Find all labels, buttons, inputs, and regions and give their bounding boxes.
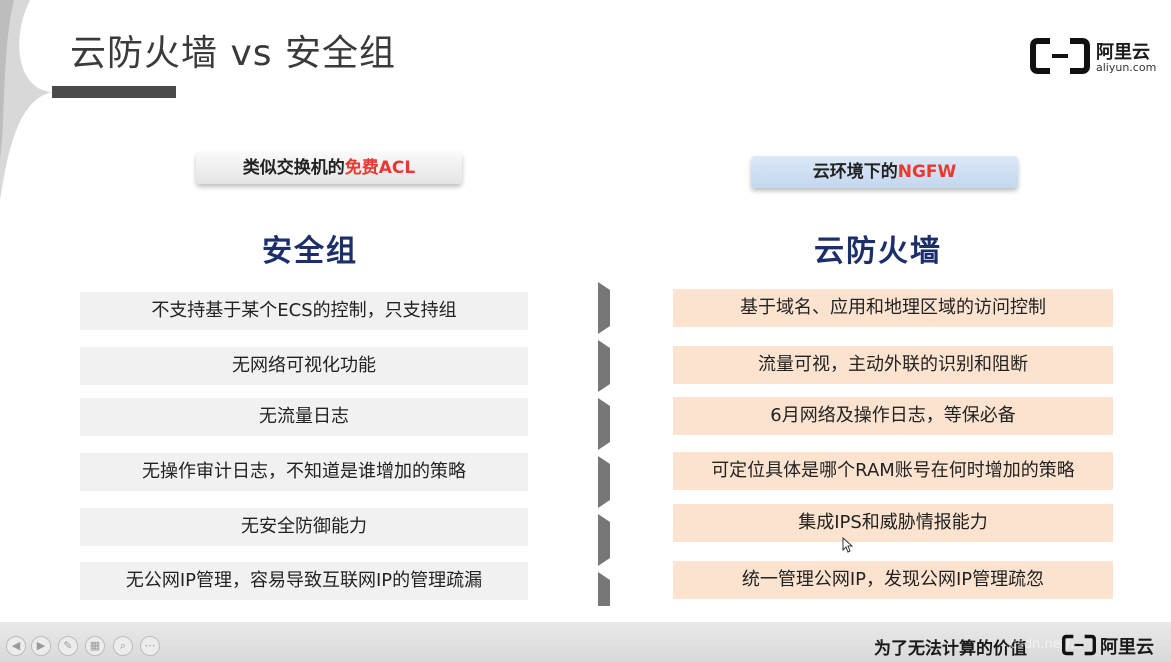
security-group-item: 无安全防御能力 [80,508,528,546]
cloud-firewall-item: 统一管理公网IP，发现公网IP管理疏忽 [673,561,1113,599]
security-group-item: 无网络可视化功能 [80,347,528,385]
cloud-firewall-item: 6月网络及操作日志，等保必备 [673,397,1113,435]
security-group-item: 无操作审计日志，不知道是谁增加的策略 [80,453,528,491]
next-icon[interactable]: ▶ [31,636,51,656]
decorative-swoosh [0,0,52,200]
cloud-firewall-item: 可定位具体是哪个RAM账号在何时增加的策略 [673,452,1113,490]
page-title: 云防火墙 vs 安全组 [70,33,396,74]
security-group-item: 无流量日志 [80,398,528,436]
aliyun-logo: 阿里云 aliyun.com [1030,36,1160,76]
title-underline-bar [52,86,176,98]
security-group-item: 不支持基于某个ECS的控制，只支持组 [80,292,528,330]
tag-highlight: NGFW [897,162,957,182]
mouse-cursor-icon [842,537,854,553]
aliyun-bracket-icon [1030,38,1090,74]
security-group-heading: 安全组 [262,234,358,269]
more-icon[interactable]: ⋯ [140,636,160,656]
slides-icon[interactable]: ▦ [85,636,105,656]
pen-icon[interactable]: ✎ [58,636,78,656]
tag-prefix: 云环境下的 [812,162,898,182]
tag-highlight: 免费ACL [344,158,416,178]
zoom-icon[interactable]: ⌕ [113,636,133,656]
footer-logo-text: 阿里云 [1100,637,1154,658]
tag-prefix: 类似交换机的 [242,158,345,178]
comparison-divider [598,282,610,606]
cloud-firewall-item: 流量可视，主动外联的识别和阻断 [673,346,1113,384]
cloud-firewall-tag: 云环境下的NGFW [751,156,1018,188]
cloud-firewall-heading: 云防火墙 [814,234,942,269]
security-group-item: 无公网IP管理，容易导致互联网IP的管理疏漏 [80,562,528,600]
footer-aliyun-icon [1062,634,1096,656]
cloud-firewall-item: 基于域名、应用和地理区域的访问控制 [673,289,1113,327]
footer-slogan: 为了无法计算的价值 [874,639,1027,659]
cloud-firewall-item: 集成IPS和威胁情报能力 [673,504,1113,542]
prev-icon[interactable]: ◀ [6,636,26,656]
security-group-tag: 类似交换机的免费ACL [196,152,462,184]
presentation-slide: 云防火墙 vs 安全组 阿里云 aliyun.com 类似交换机的免费ACL 云… [0,0,1171,662]
logo-text-en: aliyun.com [1096,61,1157,74]
